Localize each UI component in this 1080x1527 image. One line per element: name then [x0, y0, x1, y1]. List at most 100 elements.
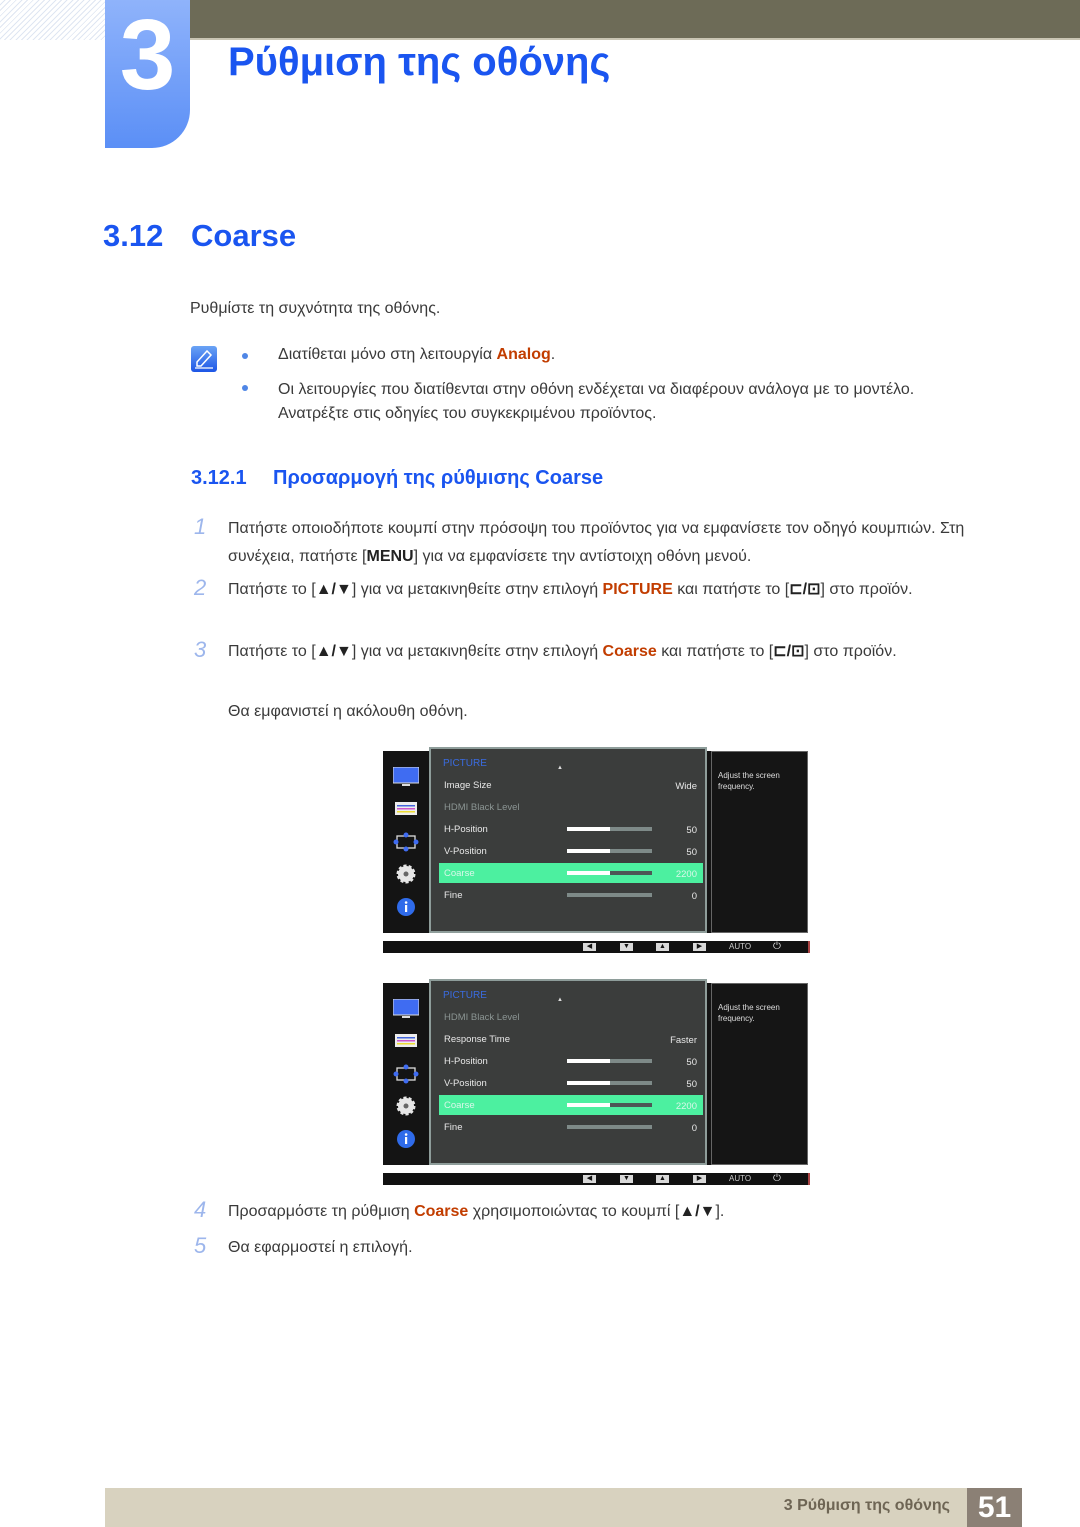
osd-slider-fill	[567, 1081, 610, 1085]
osd-slider[interactable]	[567, 1125, 652, 1129]
osd-item-label: Fine	[444, 1122, 463, 1133]
osd-screen: PICTURE ▲ Image Size Wide HDMI Black Level…	[383, 747, 808, 933]
osd-slider[interactable]	[567, 849, 652, 853]
osd-slider-fill	[567, 827, 610, 831]
osd-item-label: Coarse	[444, 1100, 475, 1111]
step-number: 1	[194, 514, 207, 539]
osd-item-label: Image Size	[444, 780, 492, 791]
note-pencil-icon	[191, 346, 217, 372]
note-item: Διατίθεται μόνο στη λειτουργία Analog.	[278, 346, 556, 363]
osd-slider-fill	[567, 1103, 610, 1107]
scroll-up-icon: ▲	[557, 765, 563, 771]
step-number: 3	[194, 637, 207, 662]
osd-menu-item[interactable]: Response Time Faster	[439, 1029, 703, 1049]
step-number: 2	[194, 575, 207, 600]
scroll-up-icon: ▲	[557, 997, 563, 1003]
osd-menu-item[interactable]: Image Size Wide	[439, 775, 703, 795]
up-down-key: ▲/▼	[679, 1203, 716, 1220]
osd-item-value: 2200	[675, 1101, 697, 1112]
osd-sidebar	[383, 751, 430, 933]
chapter-number-badge: 3	[105, 0, 190, 148]
osd-menu-item[interactable]: H-Position 50	[439, 1051, 703, 1071]
picture-highlight: PICTURE	[602, 581, 673, 598]
analog-highlight: Analog	[496, 346, 551, 363]
osd-item-label: H-Position	[444, 1056, 488, 1067]
up-button-icon[interactable]: ▲	[656, 1175, 669, 1183]
osd-menu-item[interactable]: H-Position 50	[439, 819, 703, 839]
osd-menu-item[interactable]: Fine 0	[439, 885, 703, 905]
coarse-highlight: Coarse	[414, 1203, 469, 1220]
auto-button[interactable]: AUTO	[729, 1174, 751, 1183]
power-icon[interactable]: ⏻	[773, 1173, 781, 1184]
header-hatch-decoration	[0, 0, 105, 40]
color-icon	[393, 1033, 419, 1053]
osd-item-value: 0	[691, 891, 697, 902]
osd-menu-item[interactable]: Fine 0	[439, 1117, 703, 1137]
note-item: Οι λειτουργίες που διατίθενται στην οθόν…	[278, 381, 915, 422]
setup-gear-icon	[393, 863, 419, 884]
subsection-title: 3.12.1 Προσαρμογή της ρύθμισης Coarse	[191, 467, 603, 490]
osd-menu-item[interactable]: V-Position 50	[439, 1073, 703, 1093]
osd-slider[interactable]	[567, 827, 652, 831]
osd-menu-item[interactable]: HDMI Black Level	[439, 1007, 703, 1027]
osd-menu-panel: PICTURE ▲ HDMI Black Level Response Time F…	[429, 979, 707, 1165]
color-icon	[393, 801, 419, 821]
left-button-icon[interactable]: ◀	[583, 943, 596, 951]
osd-item-value: Wide	[675, 781, 697, 792]
picture-icon	[392, 998, 420, 1019]
osd-item-value: 50	[686, 1057, 697, 1068]
size-position-icon	[393, 1063, 419, 1084]
osd-item-value: 2200	[675, 869, 697, 880]
note-bullet	[242, 353, 248, 359]
right-button-icon[interactable]: ▶	[693, 1175, 706, 1183]
osd-menu-title: PICTURE	[443, 758, 487, 769]
osd-slider[interactable]	[567, 893, 652, 897]
osd-item-label: HDMI Black Level	[444, 1012, 520, 1023]
step-1: Πατήστε οποιοδήποτε κουμπί στην πρόσοψη …	[228, 520, 965, 565]
osd-help-panel: Adjust the screen frequency.	[711, 751, 808, 933]
section-number: 3.12	[103, 218, 164, 253]
down-button-icon[interactable]: ▼	[620, 1175, 633, 1183]
down-button-icon[interactable]: ▼	[620, 943, 633, 951]
osd-menu-item[interactable]: Coarse 2200	[439, 863, 703, 883]
step-number: 5	[194, 1233, 207, 1258]
osd-help-text: Adjust the screen frequency.	[718, 1003, 780, 1023]
osd-menu-item[interactable]: HDMI Black Level	[439, 797, 703, 817]
up-down-key: ▲/▼	[315, 643, 352, 660]
step-2: Πατήστε το [▲/▼] για να μετακινηθείτε στ…	[228, 581, 913, 598]
step-5: Θα εφαρμοστεί η επιλογή.	[228, 1239, 413, 1256]
osd-slider[interactable]	[567, 1081, 652, 1085]
right-button-icon[interactable]: ▶	[693, 943, 706, 951]
osd-slider[interactable]	[567, 871, 652, 875]
chapter-title: Ρύθμιση της οθόνης	[228, 40, 611, 84]
osd-slider-fill	[567, 849, 610, 853]
osd-slider[interactable]	[567, 1059, 652, 1063]
section-intro: Ρυθμίστε τη συχνότητα της οθόνης.	[190, 300, 441, 317]
auto-button[interactable]: AUTO	[729, 942, 751, 951]
osd-item-value: 50	[686, 1079, 697, 1090]
step-4: Προσαρμόστε τη ρύθμιση Coarse χρησιμοποι…	[228, 1203, 725, 1220]
left-button-icon[interactable]: ◀	[583, 1175, 596, 1183]
power-icon[interactable]: ⏻	[773, 941, 781, 952]
subsection-name: Προσαρμογή της ρύθμισης Coarse	[273, 467, 604, 489]
step-number: 4	[194, 1197, 207, 1222]
osd-item-label: HDMI Black Level	[444, 802, 520, 813]
size-position-icon	[393, 831, 419, 852]
osd-menu-panel: PICTURE ▲ Image Size Wide HDMI Black Level…	[429, 747, 707, 933]
up-button-icon[interactable]: ▲	[656, 943, 669, 951]
osd-item-label: V-Position	[444, 1078, 487, 1089]
osd-help-text: Adjust the screen frequency.	[718, 771, 780, 791]
osd-slider[interactable]	[567, 1103, 652, 1107]
osd-item-label: H-Position	[444, 824, 488, 835]
osd-item-label: Fine	[444, 890, 463, 901]
osd-button-guide: ◀ ▼ ▲ ▶ AUTO ⏻	[383, 941, 810, 953]
note-bullet	[242, 385, 248, 391]
enter-key: ⊏/⊡	[789, 581, 821, 598]
osd-menu-title: PICTURE	[443, 990, 487, 1001]
osd-help-panel: Adjust the screen frequency.	[711, 983, 808, 1165]
page-footer: 3 Ρύθμιση της οθόνης 51	[105, 1488, 1022, 1527]
osd-menu-item[interactable]: V-Position 50	[439, 841, 703, 861]
osd-item-value: 50	[686, 825, 697, 836]
osd-menu-item[interactable]: Coarse 2200	[439, 1095, 703, 1115]
osd-button-guide: ◀ ▼ ▲ ▶ AUTO ⏻	[383, 1173, 810, 1185]
